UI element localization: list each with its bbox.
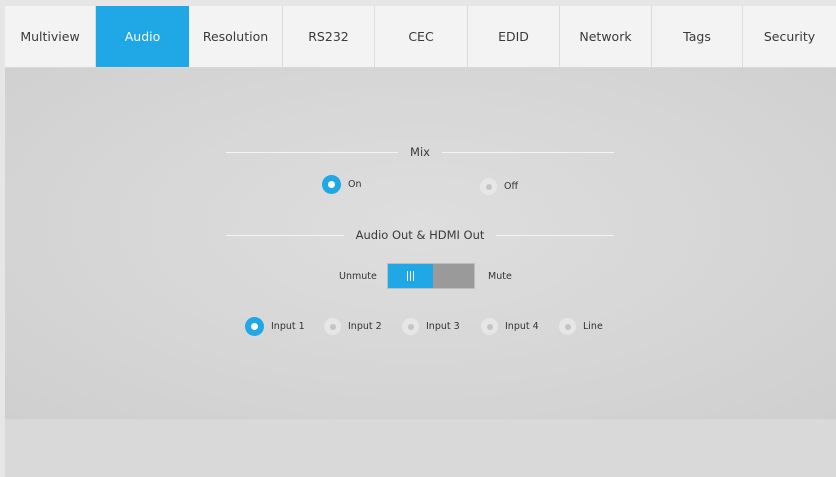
line-label: Line	[583, 321, 603, 332]
input-4-radio[interactable]: Input 4	[481, 318, 539, 335]
divider-right	[441, 151, 614, 153]
audio-out-section-title: Audio Out & HDMI Out	[226, 228, 615, 242]
radio-unselected-icon	[481, 318, 498, 335]
divider-right	[496, 234, 615, 236]
input-2-radio[interactable]: Input 2	[324, 318, 382, 335]
mix-title: Mix	[410, 145, 430, 159]
tab-network[interactable]: Network	[560, 6, 652, 67]
grip-icon	[407, 271, 414, 281]
radio-unselected-icon	[559, 318, 576, 335]
tab-resolution[interactable]: Resolution	[189, 6, 283, 67]
tab-multiview[interactable]: Multiview	[5, 6, 96, 67]
toggle-knob[interactable]	[388, 264, 433, 288]
tab-bar: Multiview Audio Resolution RS232 CEC EDI…	[5, 6, 836, 68]
radio-unselected-icon	[402, 318, 419, 335]
input-3-radio[interactable]: Input 3	[402, 318, 460, 335]
audio-settings-panel	[5, 68, 836, 418]
tab-audio[interactable]: Audio	[96, 6, 189, 67]
mix-off-label: Off	[504, 181, 519, 192]
divider-left	[226, 234, 344, 236]
input-3-label: Input 3	[426, 321, 460, 332]
tab-rs232[interactable]: RS232	[283, 6, 375, 67]
radio-unselected-icon	[480, 178, 497, 195]
tab-tags[interactable]: Tags	[652, 6, 743, 67]
mix-on-label: On	[348, 179, 362, 190]
tab-cec[interactable]: CEC	[375, 6, 468, 67]
radio-selected-icon	[245, 317, 264, 336]
audio-out-title: Audio Out & HDMI Out	[355, 228, 485, 242]
footer-bar	[5, 418, 836, 477]
line-radio[interactable]: Line	[559, 318, 603, 335]
mute-label: Mute	[488, 271, 512, 282]
input-2-label: Input 2	[348, 321, 382, 332]
tab-edid[interactable]: EDID	[468, 6, 560, 67]
radio-unselected-icon	[324, 318, 341, 335]
tab-security[interactable]: Security	[743, 6, 836, 67]
unmute-label: Unmute	[339, 271, 377, 282]
divider-left	[226, 151, 399, 153]
mix-section-title: Mix	[226, 145, 614, 159]
input-1-label: Input 1	[271, 321, 305, 332]
mix-off-radio[interactable]: Off	[480, 178, 518, 195]
radio-selected-icon	[322, 175, 341, 194]
mix-on-radio[interactable]: On	[322, 175, 362, 194]
input-1-radio[interactable]: Input 1	[245, 317, 305, 336]
mute-toggle[interactable]	[387, 263, 475, 289]
input-4-label: Input 4	[505, 321, 539, 332]
